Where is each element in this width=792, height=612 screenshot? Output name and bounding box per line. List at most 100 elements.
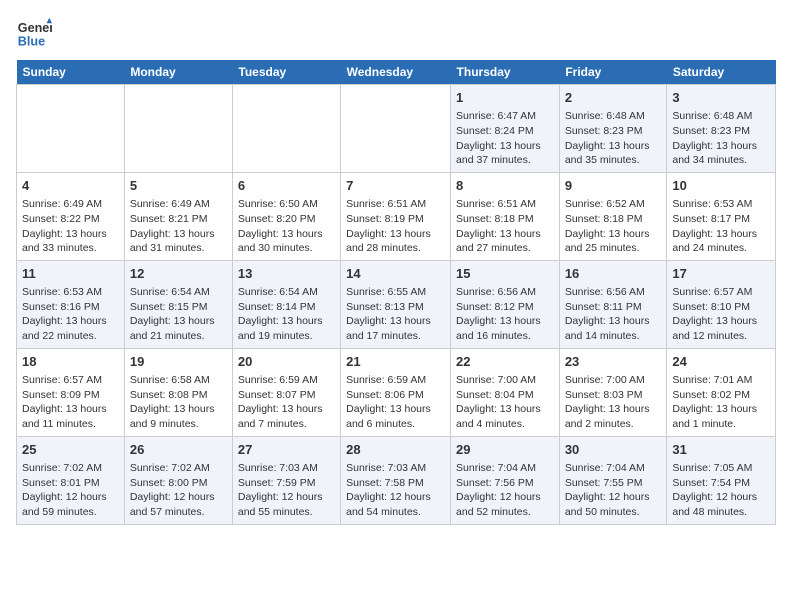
day-number: 2 bbox=[565, 89, 662, 107]
day-info: Sunrise: 6:49 AMSunset: 8:21 PMDaylight:… bbox=[130, 197, 227, 256]
day-number: 19 bbox=[130, 353, 227, 371]
day-info: Sunrise: 6:51 AMSunset: 8:19 PMDaylight:… bbox=[346, 197, 445, 256]
day-info: Sunrise: 7:01 AMSunset: 8:02 PMDaylight:… bbox=[672, 373, 770, 432]
day-number: 17 bbox=[672, 265, 770, 283]
calendar-cell: 28 Sunrise: 7:03 AMSunset: 7:58 PMDayligh… bbox=[341, 436, 451, 524]
calendar-cell: 6Sunrise: 6:50 AMSunset: 8:20 PMDaylight… bbox=[232, 172, 340, 260]
logo-icon: General Blue bbox=[16, 16, 52, 52]
calendar-cell: 7Sunrise: 6:51 AMSunset: 8:19 PMDaylight… bbox=[341, 172, 451, 260]
calendar-cell: 4Sunrise: 6:49 AMSunset: 8:22 PMDaylight… bbox=[17, 172, 125, 260]
calendar-header-row: SundayMondayTuesdayWednesdayThursdayFrid… bbox=[17, 60, 776, 85]
calendar-cell: 15 Sunrise: 6:56 AMSunset: 8:12 PMDayligh… bbox=[451, 260, 560, 348]
day-number: 8 bbox=[456, 177, 554, 195]
calendar-week-row: 11 Sunrise: 6:53 AMSunset: 8:16 PMDayligh… bbox=[17, 260, 776, 348]
day-info: Sunrise: 6:55 AMSunset: 8:13 PMDaylight:… bbox=[346, 285, 445, 344]
day-number: 9 bbox=[565, 177, 662, 195]
day-info: Sunrise: 6:51 AMSunset: 8:18 PMDaylight:… bbox=[456, 197, 554, 256]
day-info: Sunrise: 7:04 AMSunset: 7:55 PMDaylight:… bbox=[565, 461, 662, 520]
day-number: 22 bbox=[456, 353, 554, 371]
calendar-cell bbox=[124, 85, 232, 173]
day-number: 26 bbox=[130, 441, 227, 459]
calendar-cell: 3 Sunrise: 6:48 AMSunset: 8:23 PMDaylight… bbox=[667, 85, 776, 173]
day-info: Sunrise: 6:48 AMSunset: 8:23 PMDaylight:… bbox=[672, 109, 770, 168]
calendar-week-row: 1Sunrise: 6:47 AMSunset: 8:24 PMDaylight… bbox=[17, 85, 776, 173]
day-info: Sunrise: 6:57 AMSunset: 8:09 PMDaylight:… bbox=[22, 373, 119, 432]
calendar-cell bbox=[232, 85, 340, 173]
calendar-week-row: 18 Sunrise: 6:57 AMSunset: 8:09 PMDayligh… bbox=[17, 348, 776, 436]
day-info: Sunrise: 6:48 AMSunset: 8:23 PMDaylight:… bbox=[565, 109, 662, 168]
calendar-cell: 12Sunrise: 6:54 AMSunset: 8:15 PMDayligh… bbox=[124, 260, 232, 348]
calendar-cell: 30 Sunrise: 7:04 AMSunset: 7:55 PMDayligh… bbox=[559, 436, 667, 524]
calendar-cell: 1Sunrise: 6:47 AMSunset: 8:24 PMDaylight… bbox=[451, 85, 560, 173]
day-number: 24 bbox=[672, 353, 770, 371]
day-number: 1 bbox=[456, 89, 554, 107]
calendar-cell: 29Sunrise: 7:04 AMSunset: 7:56 PMDayligh… bbox=[451, 436, 560, 524]
day-info: Sunrise: 6:53 AMSunset: 8:17 PMDaylight:… bbox=[672, 197, 770, 256]
calendar-cell: 23 Sunrise: 7:00 AMSunset: 8:03 PMDayligh… bbox=[559, 348, 667, 436]
calendar-cell: 11 Sunrise: 6:53 AMSunset: 8:16 PMDayligh… bbox=[17, 260, 125, 348]
calendar-table: SundayMondayTuesdayWednesdayThursdayFrid… bbox=[16, 60, 776, 525]
day-info: Sunrise: 6:52 AMSunset: 8:18 PMDaylight:… bbox=[565, 197, 662, 256]
calendar-cell: 14 Sunrise: 6:55 AMSunset: 8:13 PMDayligh… bbox=[341, 260, 451, 348]
day-info: Sunrise: 6:57 AMSunset: 8:10 PMDaylight:… bbox=[672, 285, 770, 344]
day-info: Sunrise: 7:05 AMSunset: 7:54 PMDaylight:… bbox=[672, 461, 770, 520]
calendar-cell: 8 Sunrise: 6:51 AMSunset: 8:18 PMDaylight… bbox=[451, 172, 560, 260]
calendar-cell: 22Sunrise: 7:00 AMSunset: 8:04 PMDayligh… bbox=[451, 348, 560, 436]
day-info: Sunrise: 7:03 AMSunset: 7:58 PMDaylight:… bbox=[346, 461, 445, 520]
calendar-cell: 17 Sunrise: 6:57 AMSunset: 8:10 PMDayligh… bbox=[667, 260, 776, 348]
day-info: Sunrise: 7:02 AMSunset: 8:00 PMDaylight:… bbox=[130, 461, 227, 520]
day-info: Sunrise: 6:59 AMSunset: 8:07 PMDaylight:… bbox=[238, 373, 335, 432]
calendar-cell: 2 Sunrise: 6:48 AMSunset: 8:23 PMDaylight… bbox=[559, 85, 667, 173]
day-info: Sunrise: 6:56 AMSunset: 8:12 PMDaylight:… bbox=[456, 285, 554, 344]
day-info: Sunrise: 7:02 AMSunset: 8:01 PMDaylight:… bbox=[22, 461, 119, 520]
calendar-cell bbox=[341, 85, 451, 173]
day-number: 11 bbox=[22, 265, 119, 283]
weekday-header: Thursday bbox=[451, 60, 560, 85]
day-number: 5 bbox=[130, 177, 227, 195]
day-number: 18 bbox=[22, 353, 119, 371]
weekday-header: Wednesday bbox=[341, 60, 451, 85]
day-number: 27 bbox=[238, 441, 335, 459]
calendar-cell: 19 Sunrise: 6:58 AMSunset: 8:08 PMDayligh… bbox=[124, 348, 232, 436]
day-info: Sunrise: 6:53 AMSunset: 8:16 PMDaylight:… bbox=[22, 285, 119, 344]
weekday-header: Friday bbox=[559, 60, 667, 85]
day-info: Sunrise: 7:00 AMSunset: 8:03 PMDaylight:… bbox=[565, 373, 662, 432]
day-info: Sunrise: 6:56 AMSunset: 8:11 PMDaylight:… bbox=[565, 285, 662, 344]
day-number: 14 bbox=[346, 265, 445, 283]
svg-text:General: General bbox=[18, 21, 52, 35]
day-number: 3 bbox=[672, 89, 770, 107]
weekday-header: Saturday bbox=[667, 60, 776, 85]
calendar-cell: 9 Sunrise: 6:52 AMSunset: 8:18 PMDaylight… bbox=[559, 172, 667, 260]
calendar-cell: 10 Sunrise: 6:53 AMSunset: 8:17 PMDayligh… bbox=[667, 172, 776, 260]
svg-text:Blue: Blue bbox=[18, 35, 45, 49]
weekday-header: Sunday bbox=[17, 60, 125, 85]
calendar-cell: 13Sunrise: 6:54 AMSunset: 8:14 PMDayligh… bbox=[232, 260, 340, 348]
calendar-cell: 24 Sunrise: 7:01 AMSunset: 8:02 PMDayligh… bbox=[667, 348, 776, 436]
day-info: Sunrise: 6:58 AMSunset: 8:08 PMDaylight:… bbox=[130, 373, 227, 432]
day-number: 15 bbox=[456, 265, 554, 283]
calendar-cell: 25 Sunrise: 7:02 AMSunset: 8:01 PMDayligh… bbox=[17, 436, 125, 524]
calendar-cell: 18 Sunrise: 6:57 AMSunset: 8:09 PMDayligh… bbox=[17, 348, 125, 436]
day-number: 10 bbox=[672, 177, 770, 195]
calendar-cell bbox=[17, 85, 125, 173]
day-number: 28 bbox=[346, 441, 445, 459]
day-number: 21 bbox=[346, 353, 445, 371]
calendar-week-row: 4Sunrise: 6:49 AMSunset: 8:22 PMDaylight… bbox=[17, 172, 776, 260]
day-number: 20 bbox=[238, 353, 335, 371]
calendar-cell: 27Sunrise: 7:03 AMSunset: 7:59 PMDayligh… bbox=[232, 436, 340, 524]
day-info: Sunrise: 6:59 AMSunset: 8:06 PMDaylight:… bbox=[346, 373, 445, 432]
calendar-cell: 26 Sunrise: 7:02 AMSunset: 8:00 PMDayligh… bbox=[124, 436, 232, 524]
calendar-cell: 21 Sunrise: 6:59 AMSunset: 8:06 PMDayligh… bbox=[341, 348, 451, 436]
day-number: 25 bbox=[22, 441, 119, 459]
day-number: 23 bbox=[565, 353, 662, 371]
weekday-header: Monday bbox=[124, 60, 232, 85]
day-number: 30 bbox=[565, 441, 662, 459]
calendar-week-row: 25 Sunrise: 7:02 AMSunset: 8:01 PMDayligh… bbox=[17, 436, 776, 524]
page-header: General Blue bbox=[16, 16, 776, 52]
day-info: Sunrise: 6:54 AMSunset: 8:15 PMDaylight:… bbox=[130, 285, 227, 344]
calendar-cell: 31Sunrise: 7:05 AMSunset: 7:54 PMDayligh… bbox=[667, 436, 776, 524]
day-info: Sunrise: 6:49 AMSunset: 8:22 PMDaylight:… bbox=[22, 197, 119, 256]
day-number: 16 bbox=[565, 265, 662, 283]
day-number: 6 bbox=[238, 177, 335, 195]
day-number: 29 bbox=[456, 441, 554, 459]
